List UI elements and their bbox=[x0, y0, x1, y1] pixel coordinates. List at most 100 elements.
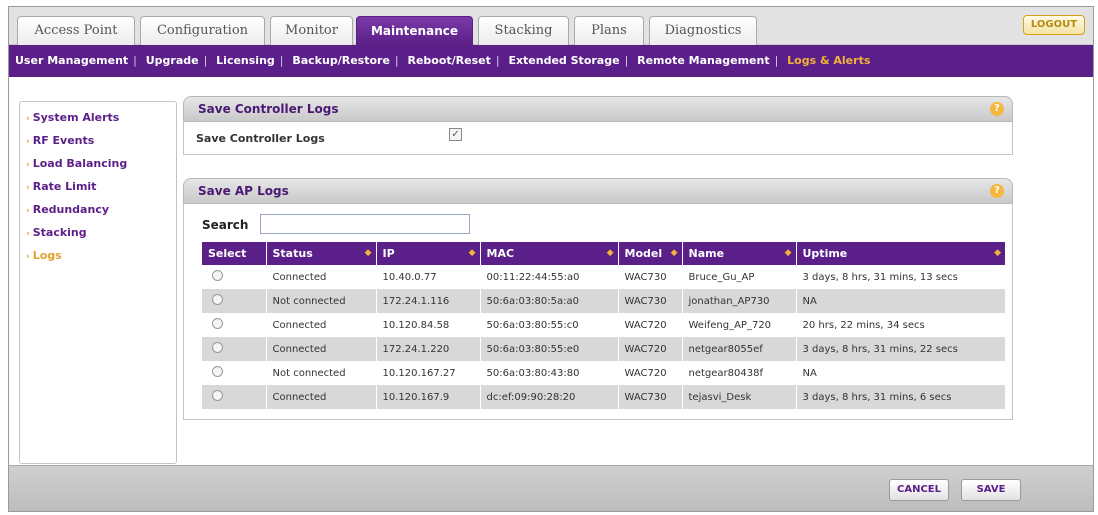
logout-button[interactable]: LOGOUT bbox=[1023, 15, 1085, 35]
column-header-select[interactable]: Select bbox=[202, 242, 267, 265]
chevron-right-icon: › bbox=[26, 252, 30, 262]
search-input[interactable] bbox=[260, 214, 470, 234]
cell-name: netgear80438f bbox=[682, 361, 797, 385]
save-controller-logs-checkbox[interactable]: ✓ bbox=[449, 128, 462, 141]
subnav-separator: | bbox=[394, 54, 399, 67]
column-header-label: IP bbox=[382, 247, 395, 260]
table-header-row: Select Status ◆ IP ◆ MAC ◆ Model ◆ Name ◆ Upt… bbox=[202, 242, 1006, 265]
menu-item-redundancy[interactable]: › Redundancy bbox=[20, 198, 176, 221]
cell-status: Connected bbox=[266, 265, 377, 289]
menu-item-load-balancing[interactable]: › Load Balancing bbox=[20, 152, 176, 175]
row-select-radio[interactable] bbox=[212, 318, 223, 329]
cell-name: Weifeng_AP_720 bbox=[682, 313, 797, 337]
main-tab-bar: Access Point Configuration Monitor Maint… bbox=[9, 7, 1093, 45]
cell-uptime: 3 days, 8 hrs, 31 mins, 22 secs bbox=[796, 337, 1006, 361]
menu-item-system-alerts[interactable]: › System Alerts bbox=[20, 106, 176, 129]
cell-mac: 50:6a:03:80:55:c0 bbox=[480, 313, 619, 337]
column-header-label: MAC bbox=[486, 247, 515, 260]
cell-ip: 10.120.84.58 bbox=[376, 313, 481, 337]
column-header-uptime[interactable]: Uptime ◆ bbox=[796, 242, 1006, 265]
column-header-label: Status bbox=[272, 247, 313, 260]
sort-icon: ◆ bbox=[468, 248, 476, 258]
menu-item-logs[interactable]: › Logs bbox=[20, 244, 176, 267]
subnav-remote-management[interactable]: Remote Management bbox=[637, 45, 769, 77]
menu-item-label: Stacking bbox=[32, 226, 87, 239]
sort-icon: ◆ bbox=[606, 248, 614, 258]
sort-icon: ◆ bbox=[994, 248, 1001, 258]
menu-item-rf-events[interactable]: › RF Events bbox=[20, 129, 176, 152]
cell-name: netgear8055ef bbox=[682, 337, 797, 361]
panel-title: Save AP Logs bbox=[198, 184, 289, 198]
cell-mac: dc:ef:09:90:28:20 bbox=[480, 385, 619, 409]
cell-mac: 00:11:22:44:55:a0 bbox=[480, 265, 619, 289]
cell-uptime: NA bbox=[796, 289, 1006, 313]
column-header-label: Uptime bbox=[802, 247, 848, 260]
menu-item-stacking[interactable]: › Stacking bbox=[20, 221, 176, 244]
panel-title: Save Controller Logs bbox=[198, 102, 339, 116]
subnav-licensing[interactable]: Licensing bbox=[216, 45, 275, 77]
row-select-radio[interactable] bbox=[212, 294, 223, 305]
subnav-backup-restore[interactable]: Backup/Restore bbox=[292, 45, 390, 77]
subnav-separator: | bbox=[279, 54, 284, 67]
cancel-button[interactable]: CANCEL bbox=[889, 479, 949, 501]
app-frame: Access Point Configuration Monitor Maint… bbox=[8, 6, 1094, 512]
tab-maintenance[interactable]: Maintenance bbox=[356, 16, 473, 45]
cell-mac: 50:6a:03:80:43:80 bbox=[480, 361, 619, 385]
column-header-ip[interactable]: IP ◆ bbox=[376, 242, 481, 265]
cell-model: WAC730 bbox=[618, 289, 683, 313]
row-select-radio[interactable] bbox=[212, 366, 223, 377]
menu-item-label: RF Events bbox=[32, 134, 95, 147]
subnav-upgrade[interactable]: Upgrade bbox=[146, 45, 199, 77]
controller-logs-panel-body: Save Controller Logs ✓ bbox=[183, 122, 1013, 155]
subnav-logs-alerts[interactable]: Logs & Alerts bbox=[787, 45, 870, 77]
tab-monitor[interactable]: Monitor bbox=[270, 16, 353, 45]
subnav-reboot-reset[interactable]: Reboot/Reset bbox=[407, 45, 490, 77]
cell-status: Not connected bbox=[266, 361, 377, 385]
table-row: Not connected 10.120.167.27 50:6a:03:80:… bbox=[202, 361, 1006, 385]
tab-stacking[interactable]: Stacking bbox=[478, 16, 569, 45]
help-icon[interactable]: ? bbox=[990, 102, 1004, 116]
subnav-separator: | bbox=[774, 54, 779, 67]
subnav-separator: | bbox=[203, 54, 208, 67]
table-row: Not connected 172.24.1.116 50:6a:03:80:5… bbox=[202, 289, 1006, 313]
tab-plans[interactable]: Plans bbox=[574, 16, 644, 45]
cell-ip: 172.24.1.220 bbox=[376, 337, 481, 361]
subnav-extended-storage[interactable]: Extended Storage bbox=[508, 45, 619, 77]
subnav-separator: | bbox=[495, 54, 500, 67]
chevron-right-icon: › bbox=[26, 229, 30, 239]
cell-mac: 50:6a:03:80:55:e0 bbox=[480, 337, 619, 361]
cell-model: WAC720 bbox=[618, 313, 683, 337]
menu-item-rate-limit[interactable]: › Rate Limit bbox=[20, 175, 176, 198]
row-select-radio[interactable] bbox=[212, 342, 223, 353]
row-select-radio[interactable] bbox=[212, 270, 223, 281]
cell-status: Not connected bbox=[266, 289, 377, 313]
menu-item-label: System Alerts bbox=[32, 111, 120, 124]
column-header-status[interactable]: Status ◆ bbox=[266, 242, 377, 265]
tab-access-point[interactable]: Access Point bbox=[17, 16, 135, 45]
cell-model: WAC730 bbox=[618, 265, 683, 289]
subnav-separator: | bbox=[624, 54, 629, 67]
column-header-mac[interactable]: MAC ◆ bbox=[480, 242, 619, 265]
row-select-radio[interactable] bbox=[212, 390, 223, 401]
subnav-user-management[interactable]: User Management bbox=[15, 45, 128, 77]
cell-select bbox=[202, 361, 267, 385]
sort-icon: ◆ bbox=[784, 248, 792, 258]
save-controller-logs-label: Save Controller Logs bbox=[196, 132, 325, 145]
cell-select bbox=[202, 337, 267, 361]
sort-icon: ◆ bbox=[670, 248, 678, 258]
sub-navigation: User Management | Upgrade | Licensing | Bac… bbox=[9, 45, 1093, 77]
save-button[interactable]: SAVE bbox=[961, 479, 1021, 501]
controller-logs-panel-header: Save Controller Logs ? bbox=[183, 96, 1013, 122]
tab-configuration[interactable]: Configuration bbox=[140, 16, 265, 45]
cell-name: jonathan_AP730 bbox=[682, 289, 797, 313]
column-header-name[interactable]: Name ◆ bbox=[682, 242, 797, 265]
help-icon[interactable]: ? bbox=[990, 184, 1004, 198]
menu-item-label: Load Balancing bbox=[32, 157, 128, 170]
cell-ip: 10.120.167.27 bbox=[376, 361, 481, 385]
cell-name: Bruce_Gu_AP bbox=[682, 265, 797, 289]
cell-select bbox=[202, 289, 267, 313]
search-label: Search bbox=[202, 218, 249, 232]
column-header-model[interactable]: Model ◆ bbox=[618, 242, 683, 265]
tab-diagnostics[interactable]: Diagnostics bbox=[649, 16, 757, 45]
cell-ip: 172.24.1.116 bbox=[376, 289, 481, 313]
